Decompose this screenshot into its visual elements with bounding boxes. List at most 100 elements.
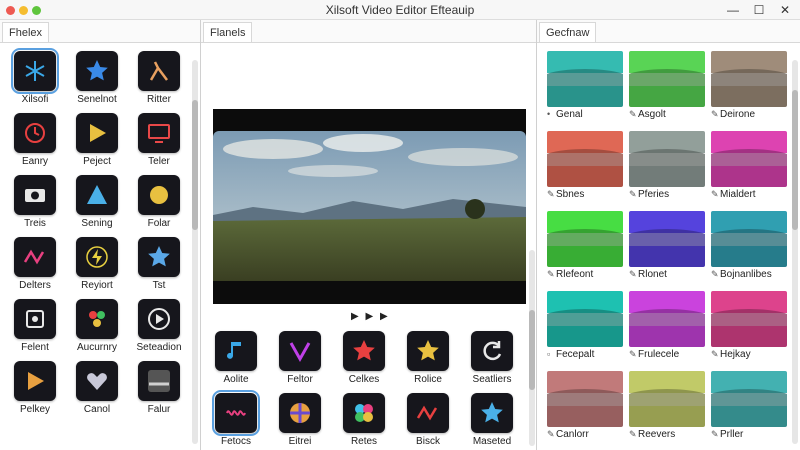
dots-icon (76, 299, 118, 339)
transition-item-label: Maseted (472, 436, 512, 447)
transition-item[interactable]: Aolite (203, 331, 267, 393)
effect-item[interactable]: Seteadion (126, 299, 190, 361)
filter-label: ✎Deirone (711, 109, 800, 120)
right-scrollbar[interactable] (792, 60, 798, 444)
filter-thumbnail[interactable] (547, 371, 623, 427)
effect-item-label: Pelkey (19, 404, 50, 415)
effect-item[interactable]: Falur (126, 361, 190, 423)
effect-item[interactable]: Eanry (2, 113, 66, 175)
playback-controls[interactable]: ▶ ▶ ▶ (351, 311, 390, 322)
left-scroll-thumb[interactable] (192, 100, 198, 230)
center-scrollbar[interactable] (529, 250, 535, 446)
filter-label: ✎Mialdert (711, 189, 800, 200)
effect-item[interactable]: Peject (64, 113, 128, 175)
effect-item[interactable]: Felent (2, 299, 66, 361)
star-icon (76, 51, 118, 91)
effect-item[interactable]: Sening (64, 175, 128, 237)
effect-item-label: Felent (21, 342, 49, 353)
effect-item[interactable]: Aucurnry (64, 299, 128, 361)
effect-item-label: Reyiort (81, 280, 113, 291)
transition-item[interactable]: Eitrei (267, 393, 331, 450)
transition-item-label: Retes (350, 436, 378, 447)
filter-thumbnail[interactable] (629, 131, 705, 187)
filter-thumbnail[interactable] (629, 51, 705, 107)
filter-thumbnail[interactable] (711, 211, 787, 267)
effect-item[interactable]: Xilsofi (2, 48, 66, 113)
filter-thumbnail[interactable] (711, 371, 787, 427)
filter-label-text: Deirone (720, 109, 756, 120)
edit-icon: ✎ (711, 109, 719, 119)
filter-thumbnail[interactable] (547, 51, 623, 107)
filter-label-text: Asgolt (638, 109, 666, 120)
transition-item[interactable]: Feltor (267, 331, 331, 393)
transition-item[interactable]: Maseted (459, 393, 523, 450)
effect-item[interactable]: Ritter (126, 51, 190, 113)
minimize-button[interactable]: — (722, 1, 744, 19)
edit-icon: ✎ (711, 189, 719, 199)
center-scroll-thumb[interactable] (529, 310, 535, 390)
left-scrollbar[interactable] (192, 60, 198, 444)
filter-label-text: Genal (556, 109, 583, 120)
close-button[interactable]: ✕ (774, 1, 796, 19)
filter-label: ✎Prller (711, 429, 800, 440)
filter-thumbnail[interactable] (547, 211, 623, 267)
filter-thumbnail[interactable] (629, 291, 705, 347)
transition-item[interactable]: Celkes (331, 331, 395, 393)
effect-item[interactable]: Treis (2, 175, 66, 237)
center-panel: Flanels ▶ ▶ ▶ Aolite Feltor Celkes Rolic… (201, 20, 537, 450)
effect-item[interactable]: Canol (64, 361, 128, 423)
effect-item[interactable]: Delters (2, 237, 66, 299)
filter-label: ✎Pferies (629, 189, 719, 200)
filter-label-text: Mialdert (720, 189, 756, 200)
tab-fhelex[interactable]: Fhelex (2, 22, 50, 42)
transition-item[interactable]: Rolice (395, 331, 459, 393)
filter-thumbnail[interactable] (629, 371, 705, 427)
filter-thumbnail[interactable] (711, 131, 787, 187)
effect-item-label: Ritter (147, 94, 171, 105)
transition-item[interactable]: Seatliers (459, 331, 523, 393)
transition-item[interactable]: Fetocs (203, 390, 267, 450)
effect-item-label: Senelnot (77, 94, 117, 105)
filter-label: ✎ Rlefeont (547, 269, 637, 280)
effect-item[interactable]: Pelkey (2, 361, 66, 423)
filter-thumbnail[interactable] (547, 291, 623, 347)
filter-label-text: Rlonet (638, 269, 667, 280)
tab-flanels[interactable]: Flanels (203, 22, 253, 42)
edit-icon: ✎ (711, 269, 719, 279)
filter-thumbnail[interactable] (629, 211, 705, 267)
star-icon (471, 393, 513, 433)
transition-item-label: Fetocs (220, 436, 251, 447)
title-bar: Xilsoft Video Editor Efteauip — ☐ ✕ (0, 0, 800, 20)
effect-item[interactable]: Folar (126, 175, 190, 237)
play-circle-icon (138, 299, 180, 339)
edit-icon: ✎ (629, 349, 637, 359)
filter-label-text: Rlefeont (556, 269, 594, 280)
video-preview[interactable] (213, 109, 526, 304)
transition-item-label: Aolite (223, 374, 249, 385)
effect-item-label: Sening (81, 218, 113, 229)
effect-item-label: Peject (83, 156, 111, 167)
filter-label-text: Canlorr (556, 429, 589, 440)
effect-item-label: Seteadion (136, 342, 182, 353)
transition-item[interactable]: Bisck (395, 393, 459, 450)
edit-icon: ✎ (629, 429, 637, 439)
filter-thumbnail[interactable] (547, 131, 623, 187)
effect-item[interactable]: Senelnot (64, 51, 128, 113)
transition-item[interactable]: Retes (331, 393, 395, 450)
play-triangle-icon (76, 113, 118, 153)
filter-label: ✎Bojnanlibes (711, 269, 800, 280)
filter-thumbnail[interactable] (711, 291, 787, 347)
effect-item[interactable]: Tst (126, 237, 190, 299)
effect-item[interactable]: Reyiort (64, 237, 128, 299)
tab-gecfnaw[interactable]: Gecfnaw (539, 22, 597, 42)
transition-item-label: Seatliers (472, 374, 512, 385)
maximize-button[interactable]: ☐ (748, 1, 770, 19)
effect-item[interactable]: Teler (126, 113, 190, 175)
effect-item-label: Folar (147, 218, 171, 229)
right-scroll-thumb[interactable] (792, 90, 798, 230)
edit-icon: ✎ (629, 269, 637, 279)
snowflake-icon (11, 48, 59, 94)
effect-item-label: Treis (24, 218, 46, 229)
camera-icon (14, 175, 56, 215)
filter-thumbnail[interactable] (711, 51, 787, 107)
